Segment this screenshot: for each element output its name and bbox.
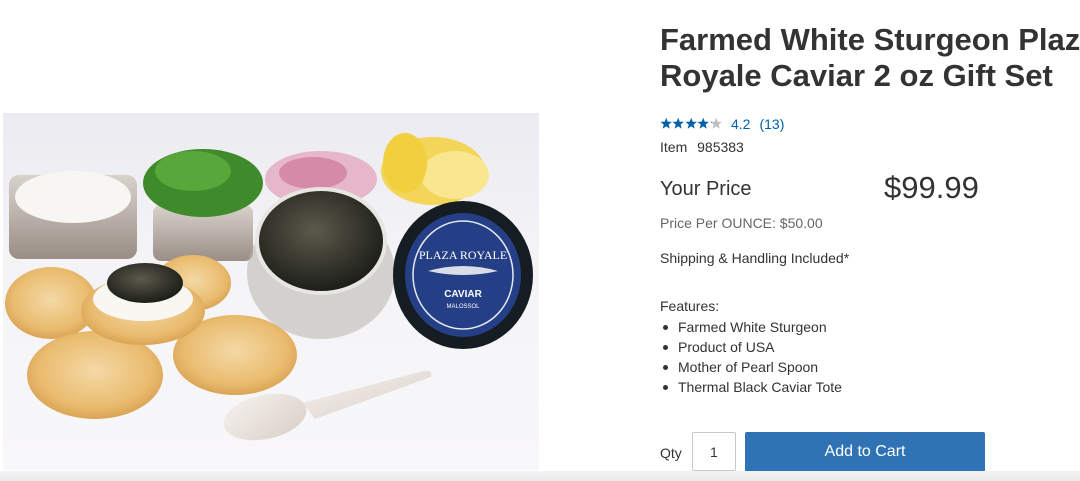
rating-value[interactable]: 4.2 xyxy=(731,115,750,133)
feature-item: Thermal Black Caviar Tote xyxy=(660,377,842,397)
star-icon xyxy=(697,117,710,129)
features-list: Farmed White Sturgeon Product of USA Mot… xyxy=(660,317,842,397)
qty-label: Qty xyxy=(660,445,682,461)
product-title-line-1: Farmed White Sturgeon Plaza xyxy=(660,22,1080,57)
feature-item: Farmed White Sturgeon xyxy=(660,317,842,337)
product-details: Farmed White Sturgeon Plaza Royale Cavia… xyxy=(660,0,1080,481)
item-label: Item xyxy=(660,139,688,155)
product-photo: PLAZA ROYALE CAVIAR MALOSSOL xyxy=(5,133,533,441)
features-heading: Features: xyxy=(660,298,720,314)
star-icon xyxy=(710,121,713,124)
star-rating[interactable] xyxy=(660,117,722,131)
feature-item: Product of USA xyxy=(660,337,842,357)
product-title: Farmed White Sturgeon Plaza Royale Cavia… xyxy=(660,22,1080,94)
tin-label-text: CAVIAR xyxy=(444,289,482,300)
features-section: Features: Farmed White Sturgeon Product … xyxy=(660,297,842,397)
tin-brand-text: PLAZA ROYALE xyxy=(419,248,507,262)
rating-row[interactable]: 4.2 (13) xyxy=(660,115,784,133)
star-icon xyxy=(660,117,672,129)
item-number: 985383 xyxy=(697,139,744,155)
feature-item: Mother of Pearl Spoon xyxy=(660,357,842,377)
price-per-unit: Price Per OUNCE: $50.00 xyxy=(660,215,823,231)
shipping-note: Shipping & Handling Included* xyxy=(660,250,850,266)
product-image[interactable]: PLAZA ROYALE CAVIAR MALOSSOL xyxy=(3,113,539,470)
page-bottom-edge xyxy=(0,471,1080,481)
qty-input[interactable] xyxy=(692,432,736,471)
tin-sublabel-text: MALOSSOL xyxy=(446,304,480,310)
your-price-label: Your Price xyxy=(660,178,752,200)
add-to-cart-button[interactable]: Add to Cart xyxy=(745,432,985,472)
star-rating-filled xyxy=(660,117,713,131)
star-icon xyxy=(685,117,697,129)
item-number-row: Item 985383 xyxy=(660,138,744,156)
price-value: $99.99 xyxy=(884,170,979,205)
review-count-link[interactable]: (13) xyxy=(759,115,784,133)
product-title-line-2: Royale Caviar 2 oz Gift Set xyxy=(660,58,1053,93)
star-icon xyxy=(672,117,685,129)
